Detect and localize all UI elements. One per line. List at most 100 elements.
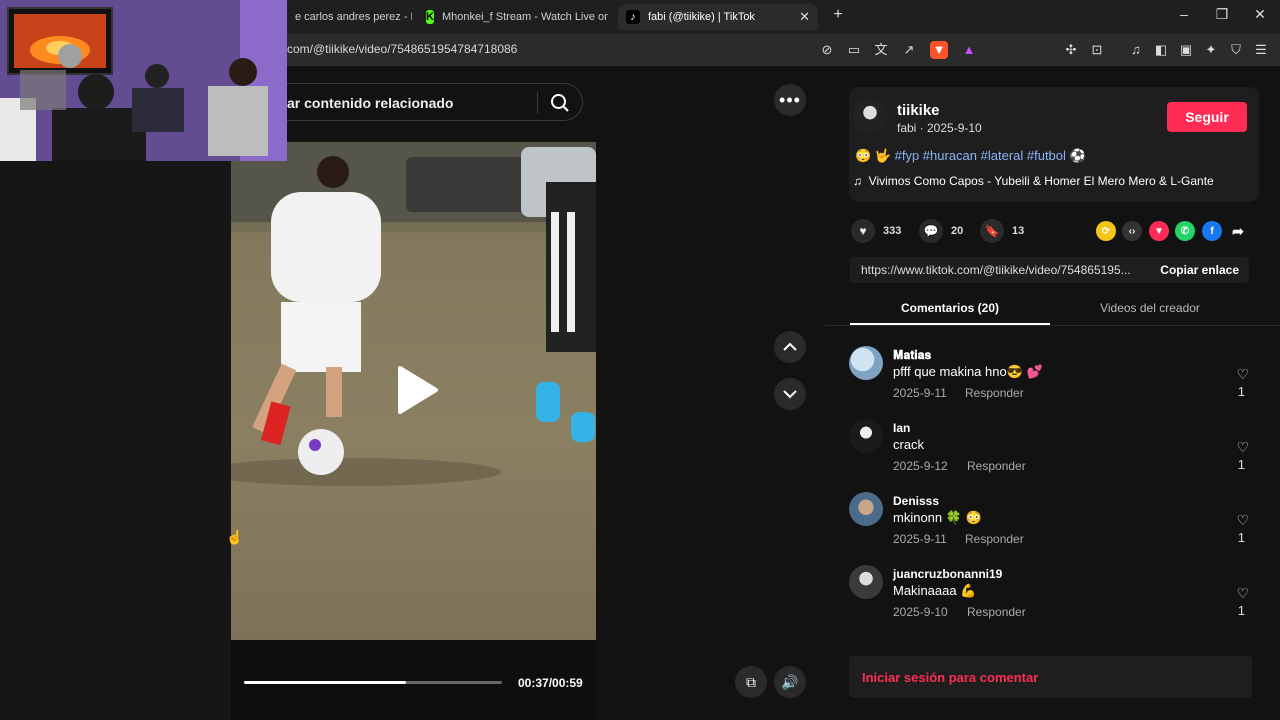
save-stat[interactable]: 🔖 13 bbox=[980, 219, 1024, 243]
video-caption: 😳 🤟 #fyp #huracan #lateral #futbol ⚽ bbox=[855, 148, 1086, 164]
close-tab-icon[interactable]: ✕ bbox=[799, 9, 810, 25]
tab-title: e carlos andres perez - Bu bbox=[295, 11, 412, 23]
kick-icon: K bbox=[426, 10, 434, 24]
comment-date: 2025-9-11 bbox=[893, 532, 947, 546]
like-count: 333 bbox=[883, 225, 902, 237]
share-link-url[interactable]: https://www.tiktok.com/@tiikike/video/75… bbox=[861, 263, 1141, 277]
brave-shield-icon[interactable]: ▼ bbox=[930, 41, 948, 59]
webcam-image bbox=[0, 0, 287, 161]
caption-ball-emoji: ⚽ bbox=[1069, 148, 1086, 163]
reply-button[interactable]: Responder bbox=[967, 459, 1026, 473]
music-icon[interactable]: ♫ bbox=[1127, 41, 1145, 59]
cast-icon[interactable]: ▭ bbox=[845, 41, 863, 59]
comment-username[interactable]: 𝐌𝐚𝐭𝐢𝐚𝐬 bbox=[893, 348, 931, 363]
screenshot-icon[interactable]: ⊡ bbox=[1088, 41, 1106, 59]
comment-date: 2025-9-11 bbox=[893, 386, 947, 400]
pip-icon: ⧉ bbox=[746, 673, 756, 690]
comment-username[interactable]: juancruzbonanni19 bbox=[893, 567, 1002, 581]
send-icon[interactable]: ▼ bbox=[1149, 221, 1169, 241]
heart-outline-icon[interactable]: ♡ bbox=[1236, 512, 1249, 529]
avatar[interactable] bbox=[849, 419, 883, 453]
caption-emoji: 😳 🤟 bbox=[855, 148, 891, 163]
comment-item: Denisss mkinonn 🍀 😳 2025-9-11 Responder … bbox=[849, 492, 1259, 562]
vpn-icon[interactable]: ⛉ bbox=[1227, 41, 1245, 59]
right-panel: tiikike fabi · 2025-9-10 Seguir 😳 🤟 #fyp… bbox=[825, 66, 1280, 720]
heart-outline-icon[interactable]: ♡ bbox=[1236, 585, 1249, 602]
share-page-icon[interactable]: ↗ bbox=[900, 41, 918, 59]
volume-button[interactable]: 🔊 bbox=[774, 666, 806, 698]
previous-video-button[interactable] bbox=[774, 331, 806, 363]
follow-button[interactable]: Seguir bbox=[1167, 102, 1247, 132]
share-arrow-icon[interactable]: ➦ bbox=[1228, 221, 1248, 241]
copy-link-button[interactable]: Copiar enlace bbox=[1160, 263, 1239, 277]
facebook-icon[interactable]: f bbox=[1202, 221, 1222, 241]
progress-bar[interactable] bbox=[244, 681, 502, 684]
browser-tab-2[interactable]: K Mhonkei_f Stream - Watch Live on Ki bbox=[418, 4, 608, 30]
search-bar[interactable]: ar contenido relacionado bbox=[287, 83, 583, 121]
avatar[interactable] bbox=[849, 565, 883, 599]
comment-item: 𝐌𝐚𝐭𝐢𝐚𝐬 pfff que makina hno😎 💕 2025-9-11 … bbox=[849, 346, 1259, 416]
video-player[interactable] bbox=[231, 142, 596, 640]
brave-rewards-icon[interactable]: ▲ bbox=[960, 41, 978, 59]
next-video-button[interactable] bbox=[774, 378, 806, 410]
comment-like-count: 1 bbox=[1237, 457, 1245, 472]
maximize-icon[interactable]: ❐ bbox=[1212, 6, 1232, 23]
picture-in-picture-button[interactable]: ⧉ bbox=[735, 666, 767, 698]
comment-date: 2025-9-10 bbox=[893, 605, 948, 619]
reply-button[interactable]: Responder bbox=[965, 386, 1024, 400]
heart-outline-icon[interactable]: ♡ bbox=[1236, 366, 1249, 383]
video-time: 00:37/00:59 bbox=[518, 676, 583, 690]
sidebar-icon[interactable]: ◧ bbox=[1152, 41, 1170, 59]
comment-date: 2025-9-12 bbox=[893, 459, 948, 473]
avatar[interactable] bbox=[853, 99, 887, 133]
creator-username[interactable]: tiikike bbox=[897, 102, 940, 119]
comment-text: mkinonn 🍀 😳 bbox=[893, 510, 982, 525]
no-tracking-icon[interactable]: ⊘ bbox=[818, 41, 836, 59]
search-separator bbox=[537, 92, 538, 114]
bookmark-icon: 🔖 bbox=[980, 219, 1004, 243]
whatsapp-icon[interactable]: ✆ bbox=[1175, 221, 1195, 241]
creator-card: tiikike fabi · 2025-9-10 Seguir 😳 🤟 #fyp… bbox=[849, 87, 1259, 202]
music-link[interactable]: ♫ Vivimos Como Capos - Yubeili & Homer E… bbox=[853, 174, 1214, 188]
leo-ai-icon[interactable]: ✦ bbox=[1202, 41, 1220, 59]
close-window-icon[interactable]: ✕ bbox=[1250, 6, 1270, 23]
login-to-comment-link[interactable]: Iniciar sesión para comentar bbox=[862, 670, 1038, 685]
tab-creator-videos[interactable]: Videos del creador bbox=[1050, 301, 1250, 315]
left-area bbox=[0, 66, 231, 720]
music-note-icon: ♫ bbox=[853, 174, 862, 188]
tab-title: Mhonkei_f Stream - Watch Live on Ki bbox=[441, 11, 608, 23]
translate-icon[interactable]: 文 bbox=[872, 41, 890, 59]
mouse-cursor-icon: ☝ bbox=[226, 529, 244, 545]
login-to-comment-box[interactable]: Iniciar sesión para comentar bbox=[849, 656, 1252, 698]
comment-username[interactable]: Denisss bbox=[893, 494, 939, 508]
comment-item: Ian crack 2025-9-12 Responder ♡ 1 bbox=[849, 419, 1259, 489]
extensions-icon[interactable]: ✣ bbox=[1062, 41, 1080, 59]
comment-stat[interactable]: 💬 20 bbox=[919, 219, 963, 243]
reply-button[interactable]: Responder bbox=[965, 532, 1024, 546]
reply-button[interactable]: Responder bbox=[967, 605, 1026, 619]
tiktok-icon: ♪ bbox=[626, 10, 640, 24]
comment-username[interactable]: Ian bbox=[893, 421, 910, 435]
search-icon[interactable] bbox=[549, 92, 571, 114]
like-stat[interactable]: ♥ 333 bbox=[851, 219, 901, 243]
menu-icon[interactable]: ☰ bbox=[1252, 41, 1270, 59]
play-icon[interactable] bbox=[394, 364, 440, 416]
caption-hashtags[interactable]: #fyp #huracan #lateral #futbol bbox=[895, 148, 1066, 163]
comment-text: pfff que makina hno😎 💕 bbox=[893, 364, 1043, 379]
browser-tab-3[interactable]: ♪ fabi (@tiikike) | TikTok ✕ bbox=[618, 4, 818, 30]
browser-tab-1[interactable]: e carlos andres perez - Bu bbox=[287, 4, 412, 30]
tab-divider bbox=[825, 325, 1280, 326]
comment-like-count: 1 bbox=[1237, 603, 1245, 618]
minimize-icon[interactable]: – bbox=[1174, 6, 1194, 22]
url-field[interactable]: com/@tiikike/video/7548651954784718086 bbox=[287, 42, 517, 56]
new-tab-icon[interactable]: + bbox=[828, 6, 848, 24]
avatar[interactable] bbox=[849, 346, 883, 380]
more-options-button[interactable]: ••• bbox=[774, 84, 806, 116]
heart-outline-icon[interactable]: ♡ bbox=[1236, 439, 1249, 456]
wallet-icon[interactable]: ▣ bbox=[1177, 41, 1195, 59]
tab-comments[interactable]: Comentarios (20) bbox=[850, 301, 1050, 315]
avatar[interactable] bbox=[849, 492, 883, 526]
save-count: 13 bbox=[1012, 225, 1025, 237]
embed-icon[interactable]: ‹› bbox=[1122, 221, 1142, 241]
repost-icon[interactable]: ⟳ bbox=[1096, 221, 1116, 241]
